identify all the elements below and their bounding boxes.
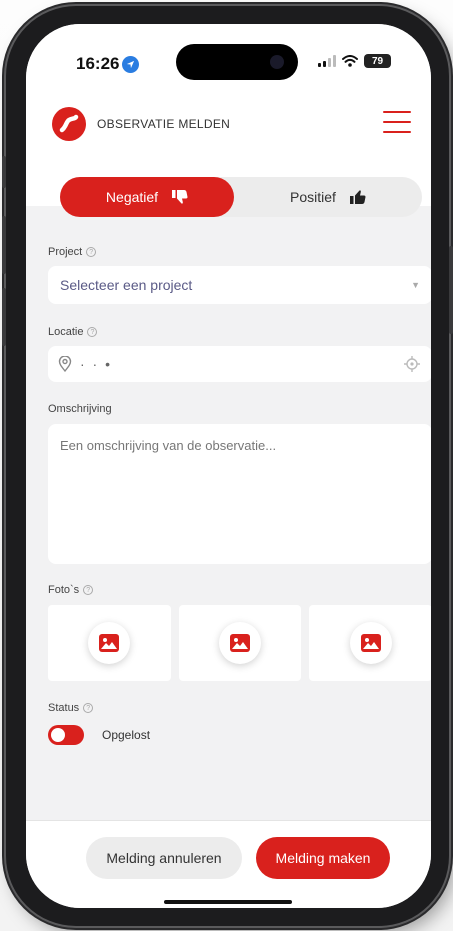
system-icons: 79 <box>318 54 391 68</box>
project-select[interactable]: Selecteer een project ▼ <box>48 266 431 304</box>
map-pin-icon <box>58 356 72 372</box>
location-label-row: Locatie ? <box>48 326 98 338</box>
photos-label-row: Foto`s ? <box>48 584 94 596</box>
project-placeholder: Selecteer een project <box>60 277 193 293</box>
status-label-row: Status ? <box>48 702 94 714</box>
add-photo-button[interactable] <box>219 622 261 664</box>
phone-frame: 16:26 79 OBSERVATIE MELDEN Negatief Posi… <box>2 6 453 926</box>
volume-up-button <box>2 216 6 274</box>
signal-icon <box>318 55 336 67</box>
footer-actions: Melding annuleren Melding maken <box>26 820 431 908</box>
image-icon <box>360 634 381 652</box>
image-icon <box>99 634 120 652</box>
logo-icon <box>52 107 86 141</box>
photo-slot-1[interactable] <box>48 605 171 681</box>
volume-down-button <box>2 288 6 346</box>
add-photo-button[interactable] <box>88 622 131 664</box>
hamburger-menu-icon[interactable] <box>383 111 411 135</box>
help-icon[interactable]: ? <box>87 327 98 337</box>
photo-slots <box>48 605 431 681</box>
brand-title: OBSERVATIE MELDEN <box>97 117 231 131</box>
photo-slot-2[interactable] <box>178 605 302 681</box>
chevron-down-icon: ▼ <box>411 280 420 290</box>
time-text: 16:26 <box>76 54 120 73</box>
dynamic-island <box>176 44 298 80</box>
description-label: Omschrijving <box>48 403 112 415</box>
thumbs-up-icon <box>349 190 366 204</box>
image-icon <box>230 634 250 652</box>
sentiment-toggle: Negatief Positief <box>60 177 422 217</box>
positive-label: Positief <box>290 189 336 205</box>
status-time: 16:26 <box>76 54 140 74</box>
resolved-toggle[interactable] <box>48 725 84 745</box>
thumbs-down-icon <box>172 190 188 204</box>
status-row: Opgelost <box>48 725 150 745</box>
negative-label: Negatief <box>105 189 159 205</box>
stage: 16:26 79 OBSERVATIE MELDEN Negatief Posi… <box>0 0 453 931</box>
description-textarea[interactable]: Een omschrijving van de observatie... <box>48 424 431 564</box>
location-field[interactable]: · · • <box>48 346 431 382</box>
add-photo-button[interactable] <box>349 622 392 664</box>
resolved-label: Opgelost <box>102 728 151 742</box>
home-indicator <box>164 900 292 904</box>
location-label: Locatie <box>48 326 84 338</box>
negative-button[interactable]: Negatief <box>60 177 234 217</box>
project-label: Project <box>48 246 83 258</box>
phone-screen: 16:26 79 OBSERVATIE MELDEN Negatief Posi… <box>26 24 431 908</box>
app-header: OBSERVATIE MELDEN Negatief Positief <box>26 84 431 217</box>
cancel-button[interactable]: Melding annuleren <box>86 837 242 879</box>
positive-button[interactable]: Positief <box>234 177 422 217</box>
action-button <box>2 156 6 188</box>
photos-label: Foto`s <box>48 584 80 596</box>
help-icon[interactable]: ? <box>83 703 94 713</box>
battery-icon: 79 <box>364 54 391 68</box>
crosshair-icon[interactable] <box>404 356 420 372</box>
location-arrow-icon <box>122 55 140 73</box>
location-value: · · • <box>80 356 113 372</box>
project-label-row: Project ? <box>48 246 97 258</box>
status-bar: 16:26 79 <box>26 24 431 84</box>
status-label: Status <box>48 702 80 714</box>
help-icon[interactable]: ? <box>83 585 94 595</box>
photo-slot-3[interactable] <box>309 605 431 681</box>
power-button <box>449 246 453 334</box>
submit-button[interactable]: Melding maken <box>256 837 390 879</box>
help-icon[interactable]: ? <box>86 247 97 257</box>
wifi-icon <box>342 55 358 67</box>
